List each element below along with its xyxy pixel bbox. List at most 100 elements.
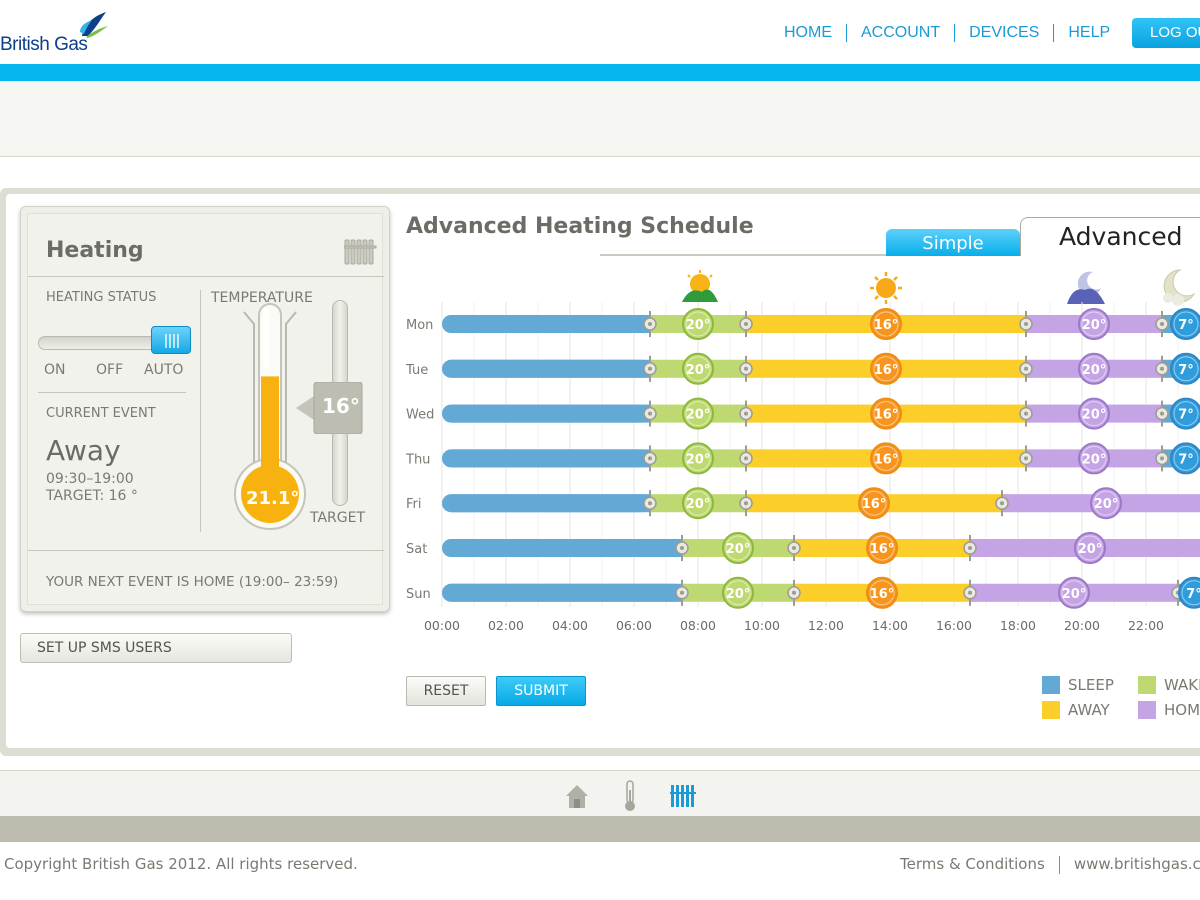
reset-button[interactable]: RESET xyxy=(406,676,486,706)
handle-dot xyxy=(1160,322,1164,326)
temp-badge-label: 16° xyxy=(862,497,887,512)
time-axis-label: 20:00 xyxy=(1064,618,1100,633)
nav-home[interactable]: HOME xyxy=(770,24,847,42)
temp-badge-label: 16° xyxy=(874,318,899,333)
time-axis-label: 14:00 xyxy=(872,618,908,633)
tab-simple[interactable]: Simple xyxy=(886,229,1020,256)
temp-badge-label: 20° xyxy=(686,452,711,467)
temp-badge-label: 7° xyxy=(1186,587,1200,602)
temp-badge-label: 20° xyxy=(686,363,711,378)
sleep-segment-body xyxy=(451,494,650,513)
bottom-nav-icons xyxy=(564,780,698,812)
copyright-text: Copyright British Gas 2012. All rights r… xyxy=(4,855,358,873)
toggle-option-on[interactable]: ON xyxy=(44,362,66,378)
heating-schedule-chart: Mon 20° 16° 20° 7° Tue 20° 16° 20° 7° Wed 20° 16° 20°… xyxy=(405,269,1200,633)
website-link[interactable]: www.britishgas.co.uk xyxy=(1074,855,1200,873)
nav-account[interactable]: ACCOUNT xyxy=(847,24,956,42)
heating-status-label: HEATING STATUS xyxy=(46,290,157,305)
handle-dot xyxy=(680,590,684,595)
panel-vertical-divider xyxy=(200,290,201,532)
time-axis-label: 16:00 xyxy=(936,618,972,633)
handle-dot xyxy=(648,411,652,416)
header: British Gas HOME ACCOUNT DEVICES HELP LO… xyxy=(0,0,1200,64)
temp-badge-label: 20° xyxy=(726,587,751,602)
time-axis-label: 02:00 xyxy=(488,618,524,633)
toggle-option-off[interactable]: OFF xyxy=(96,362,123,378)
temp-badge-label: 20° xyxy=(686,497,711,512)
temp-badge-label: 7° xyxy=(1178,318,1194,333)
submit-button[interactable]: SUBMIT xyxy=(496,676,586,706)
toggle-option-auto[interactable]: AUTO xyxy=(144,362,183,378)
handle-dot xyxy=(648,366,652,371)
temp-badge-label: 7° xyxy=(1178,408,1194,423)
current-event-time: 09:30–19:00 xyxy=(46,471,134,487)
legend-wake: WAKE xyxy=(1138,676,1200,694)
sleep-segment-body xyxy=(451,583,682,602)
temp-badge-label: 20° xyxy=(726,542,751,557)
header-accent-bar xyxy=(0,64,1200,81)
current-event-label: CURRENT EVENT xyxy=(46,406,156,421)
footer-links: Terms & Conditions www.britishgas.co.uk xyxy=(900,855,1200,874)
setup-sms-users-button[interactable]: SET UP SMS USERS xyxy=(20,633,292,663)
sleep-segment-body xyxy=(451,449,650,468)
temp-badge-label: 7° xyxy=(1178,363,1194,378)
handle-dot xyxy=(792,546,796,550)
current-event-target: TARGET: 16 ° xyxy=(46,488,138,504)
legend-sleep-swatch xyxy=(1042,676,1060,694)
handle-dot xyxy=(680,546,684,550)
british-gas-logo[interactable]: British Gas xyxy=(0,10,110,60)
legend-home: HOME xyxy=(1138,701,1200,719)
temp-badge-label: 16° xyxy=(870,542,895,557)
heating-panel: Heating HEATING STATUS ON OFF AUTO CURRE… xyxy=(20,206,390,612)
temp-badge-label: 20° xyxy=(1082,363,1107,378)
nav-help[interactable]: HELP xyxy=(1054,24,1124,42)
home-moon-icon xyxy=(1067,271,1105,304)
day-label: Sun xyxy=(406,587,431,602)
radiator-icon[interactable] xyxy=(670,782,698,810)
grip-icon xyxy=(165,334,179,348)
terms-link[interactable]: Terms & Conditions xyxy=(900,855,1045,873)
sleep-segment-body xyxy=(451,539,682,557)
current-event-name: Away xyxy=(46,434,121,467)
temp-badge-label: 16° xyxy=(874,452,899,467)
logo-text: British Gas xyxy=(0,34,88,55)
logout-button[interactable]: LOG OUT xyxy=(1132,18,1200,48)
legend-away-label: AWAY xyxy=(1068,701,1110,719)
handle-dot xyxy=(744,501,748,506)
handle-dot xyxy=(1160,456,1164,461)
handle-dot xyxy=(744,456,748,461)
handle-dot xyxy=(744,322,748,326)
legend-home-label: HOME xyxy=(1164,701,1200,719)
handle-dot xyxy=(968,546,972,550)
time-axis-label: 12:00 xyxy=(808,618,844,633)
target-slider-handle[interactable]: 16° xyxy=(296,382,363,434)
footer-separator xyxy=(1058,855,1060,874)
main-nav: HOME ACCOUNT DEVICES HELP xyxy=(770,24,1124,42)
time-axis-label: 04:00 xyxy=(552,618,588,633)
heating-status-toggle[interactable] xyxy=(151,326,191,354)
handle-dot xyxy=(792,590,796,595)
handle-dot xyxy=(1000,501,1004,506)
legend-wake-label: WAKE xyxy=(1164,676,1200,694)
handle-dot xyxy=(744,366,748,371)
temp-badge-label: 20° xyxy=(1094,497,1119,512)
handle-dot xyxy=(648,322,652,326)
handle-dot xyxy=(648,456,652,461)
handle-dot xyxy=(1024,456,1028,461)
sleep-segment-body xyxy=(451,359,650,378)
subheader-band xyxy=(0,81,1200,157)
handle-dot xyxy=(648,501,652,506)
day-label: Mon xyxy=(406,318,433,333)
thermometer-icon[interactable] xyxy=(620,780,640,812)
handle-dot xyxy=(1160,411,1164,416)
handle-dot xyxy=(744,411,748,416)
nav-devices[interactable]: DEVICES xyxy=(955,24,1055,42)
target-temperature: 16° xyxy=(322,394,360,418)
day-label: Sat xyxy=(406,542,427,557)
time-axis-label: 06:00 xyxy=(616,618,652,633)
temp-badge-label: 20° xyxy=(1078,542,1103,557)
tab-advanced[interactable]: Advanced xyxy=(1020,217,1200,256)
sleep-moon-icon xyxy=(1163,269,1196,306)
home-icon[interactable] xyxy=(564,782,590,810)
legend-away: AWAY xyxy=(1042,701,1110,719)
